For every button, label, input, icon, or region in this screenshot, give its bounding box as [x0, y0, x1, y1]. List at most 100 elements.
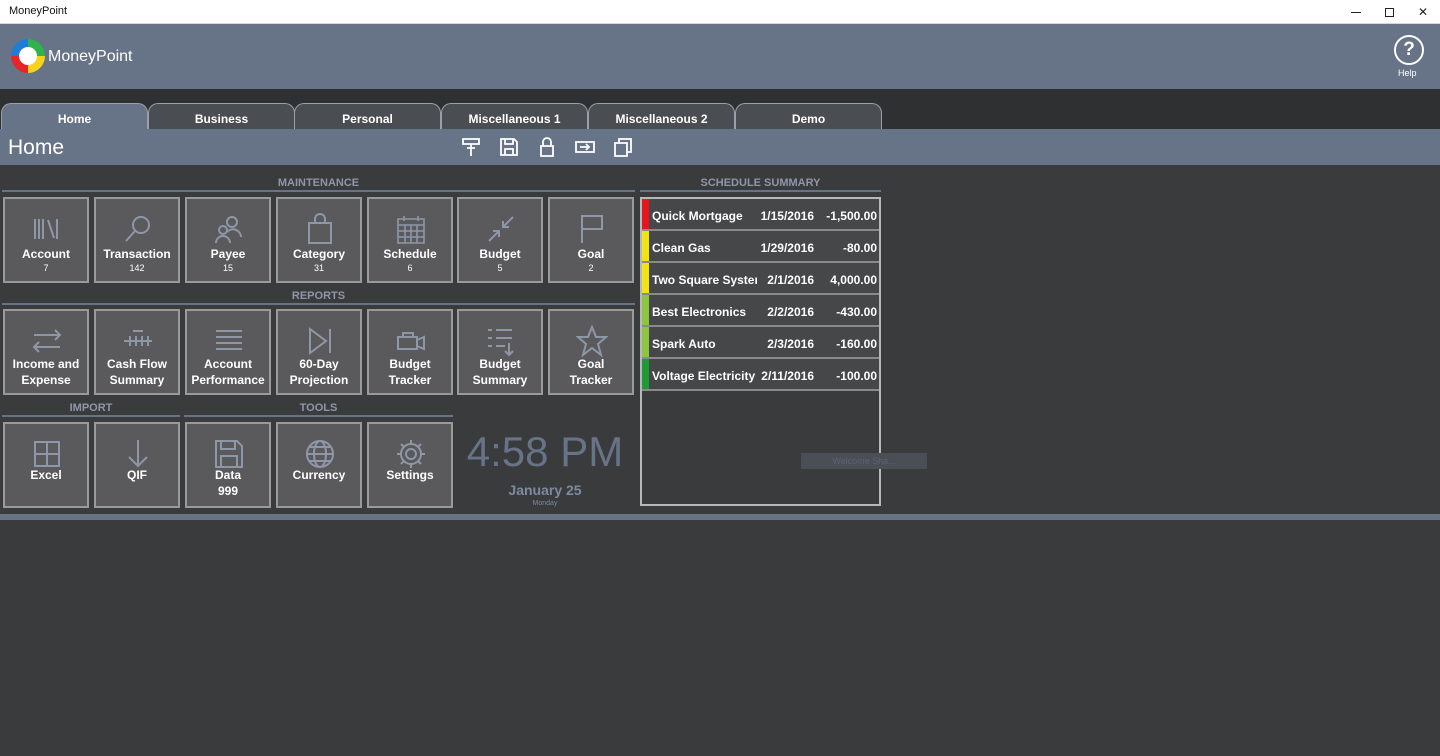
save-icon[interactable]	[498, 136, 520, 158]
import-header: IMPORT	[2, 403, 180, 417]
60-day-projection-line1: 60-Day	[299, 357, 339, 371]
tab-miscellaneous-2[interactable]: Miscellaneous 2	[588, 103, 735, 129]
transfer-arrows-icon	[32, 329, 62, 353]
schedule-tile[interactable]: Schedule 6	[367, 197, 453, 283]
payee-tile[interactable]: Payee 15	[185, 197, 271, 283]
schedule-row[interactable]: Voltage Electricity 2/11/2016 -100.00	[642, 359, 879, 391]
schedule-amount: -1,500.00	[826, 209, 877, 223]
data-tile[interactable]: Data 999	[185, 422, 271, 508]
cash-flow-summary-line2: Summary	[109, 373, 165, 387]
compress-arrows-icon	[488, 216, 514, 242]
60-day-projection-line2: Projection	[289, 373, 349, 387]
account-tile[interactable]: Account 7	[3, 197, 89, 283]
payee-count: 15	[222, 263, 233, 273]
budget-summary-tile[interactable]: Budget Summary	[457, 309, 543, 395]
60-day-projection-tile[interactable]: 60-Day Projection	[276, 309, 362, 395]
books-icon	[34, 219, 58, 239]
schedule-name: Two Square Systems	[652, 273, 757, 287]
window-title: MoneyPoint	[9, 5, 68, 17]
category-tile[interactable]: Category 31	[276, 197, 362, 283]
close-icon: ✕	[1417, 5, 1429, 19]
budget-label: Budget	[479, 247, 521, 261]
status-color-bar	[642, 327, 649, 357]
goal-tile[interactable]: Goal 2	[548, 197, 634, 283]
account-count: 7	[43, 263, 49, 273]
category-count: 31	[313, 263, 324, 273]
reports-header: REPORTS	[2, 291, 635, 305]
qif-tile[interactable]: QIF	[94, 422, 180, 508]
status-color-bar	[642, 263, 649, 293]
currency-tile[interactable]: Currency	[276, 422, 362, 508]
schedule-row[interactable]: Clean Gas 1/29/2016 -80.00	[642, 231, 879, 263]
list-icon	[216, 330, 242, 350]
download-arrow-icon	[128, 440, 148, 468]
schedule-date: 2/2/2016	[767, 305, 814, 319]
tracker-icon	[397, 332, 425, 351]
category-label: Category	[292, 247, 345, 261]
lock-icon[interactable]	[536, 136, 558, 158]
schedule-date: 1/15/2016	[760, 209, 814, 223]
page-title: Home	[8, 136, 65, 159]
maintenance-header: MAINTENANCE	[2, 178, 635, 192]
account-performance-line2: Performance	[191, 373, 265, 387]
cash-flow-summary-tile[interactable]: Cash Flow Summary	[94, 309, 180, 395]
schedule-row[interactable]: Quick Mortgage 1/15/2016 -1,500.00	[642, 199, 879, 231]
clock-time: 4:58 PM	[466, 428, 624, 475]
schedule-label: Schedule	[383, 247, 437, 261]
schedule-date: 2/3/2016	[767, 337, 814, 351]
pin-icon[interactable]	[460, 136, 482, 158]
goal-tracker-line1: Goal	[577, 357, 605, 371]
excel-tile[interactable]: Excel	[3, 422, 89, 508]
goal-tracker-tile[interactable]: Goal Tracker	[548, 309, 634, 395]
tab-business[interactable]: Business	[148, 103, 295, 129]
schedule-name: Spark Auto	[652, 337, 716, 351]
clock-date: January 25	[508, 482, 582, 498]
qif-label: QIF	[127, 468, 147, 482]
schedule-name: Clean Gas	[652, 241, 711, 255]
settings-tile[interactable]: Settings	[367, 422, 453, 508]
schedule-count: 6	[407, 263, 413, 273]
budget-tile[interactable]: Budget 5	[457, 197, 543, 283]
goal-tracker-line2: Tracker	[569, 373, 613, 387]
tab-bar: Home Business Personal Miscellaneous 1 M…	[0, 89, 1440, 129]
bullet-list-icon	[488, 329, 514, 357]
currency-label: Currency	[292, 468, 346, 482]
magnifier-icon	[125, 216, 150, 242]
window-title-bar: MoneyPoint ✕	[0, 0, 1440, 24]
tab-home[interactable]: Home	[1, 103, 148, 129]
income-and-expense-tile[interactable]: Income and Expense	[3, 309, 89, 395]
schedule-date: 2/11/2016	[761, 369, 814, 383]
status-color-bar	[642, 231, 649, 261]
status-color-bar	[642, 359, 649, 389]
close-button[interactable]: ✕	[1406, 0, 1440, 24]
tab-personal[interactable]: Personal	[294, 103, 441, 129]
budget-tracker-tile[interactable]: Budget Tracker	[367, 309, 453, 395]
transaction-count: 142	[129, 263, 145, 273]
account-performance-tile[interactable]: Account Performance	[185, 309, 271, 395]
tab-demo[interactable]: Demo	[735, 103, 882, 129]
budget-summary-line2: Summary	[472, 373, 528, 387]
schedule-name: Best Electronics	[652, 305, 747, 319]
help-glyph: ?	[1403, 39, 1415, 60]
schedule-amount: -100.00	[836, 369, 877, 383]
shopping-bag-icon	[308, 213, 332, 244]
help-icon[interactable]: ?	[1394, 35, 1424, 65]
maximize-button[interactable]	[1372, 0, 1406, 24]
excel-label: Excel	[30, 468, 62, 482]
gear-icon	[397, 440, 425, 468]
schedule-row[interactable]: Spark Auto 2/3/2016 -160.00	[642, 327, 879, 359]
schedule-name: Quick Mortgage	[652, 209, 743, 223]
minimize-button[interactable]	[1339, 0, 1373, 24]
tab-miscellaneous-1[interactable]: Miscellaneous 1	[441, 103, 588, 129]
account-label: Account	[22, 247, 70, 261]
floppy-icon	[215, 440, 243, 468]
copy-icon[interactable]	[612, 136, 634, 158]
export-icon[interactable]	[574, 136, 596, 158]
schedule-amount: -430.00	[836, 305, 877, 319]
settings-label: Settings	[386, 468, 434, 482]
schedule-row[interactable]: Best Electronics 2/2/2016 -430.00	[642, 295, 879, 327]
schedule-row[interactable]: Two Square Systems 2/1/2016 4,000.00	[642, 263, 879, 295]
people-icon	[215, 216, 242, 244]
transaction-tile[interactable]: Transaction 142	[94, 197, 180, 283]
budget-summary-line1: Budget	[479, 357, 521, 371]
